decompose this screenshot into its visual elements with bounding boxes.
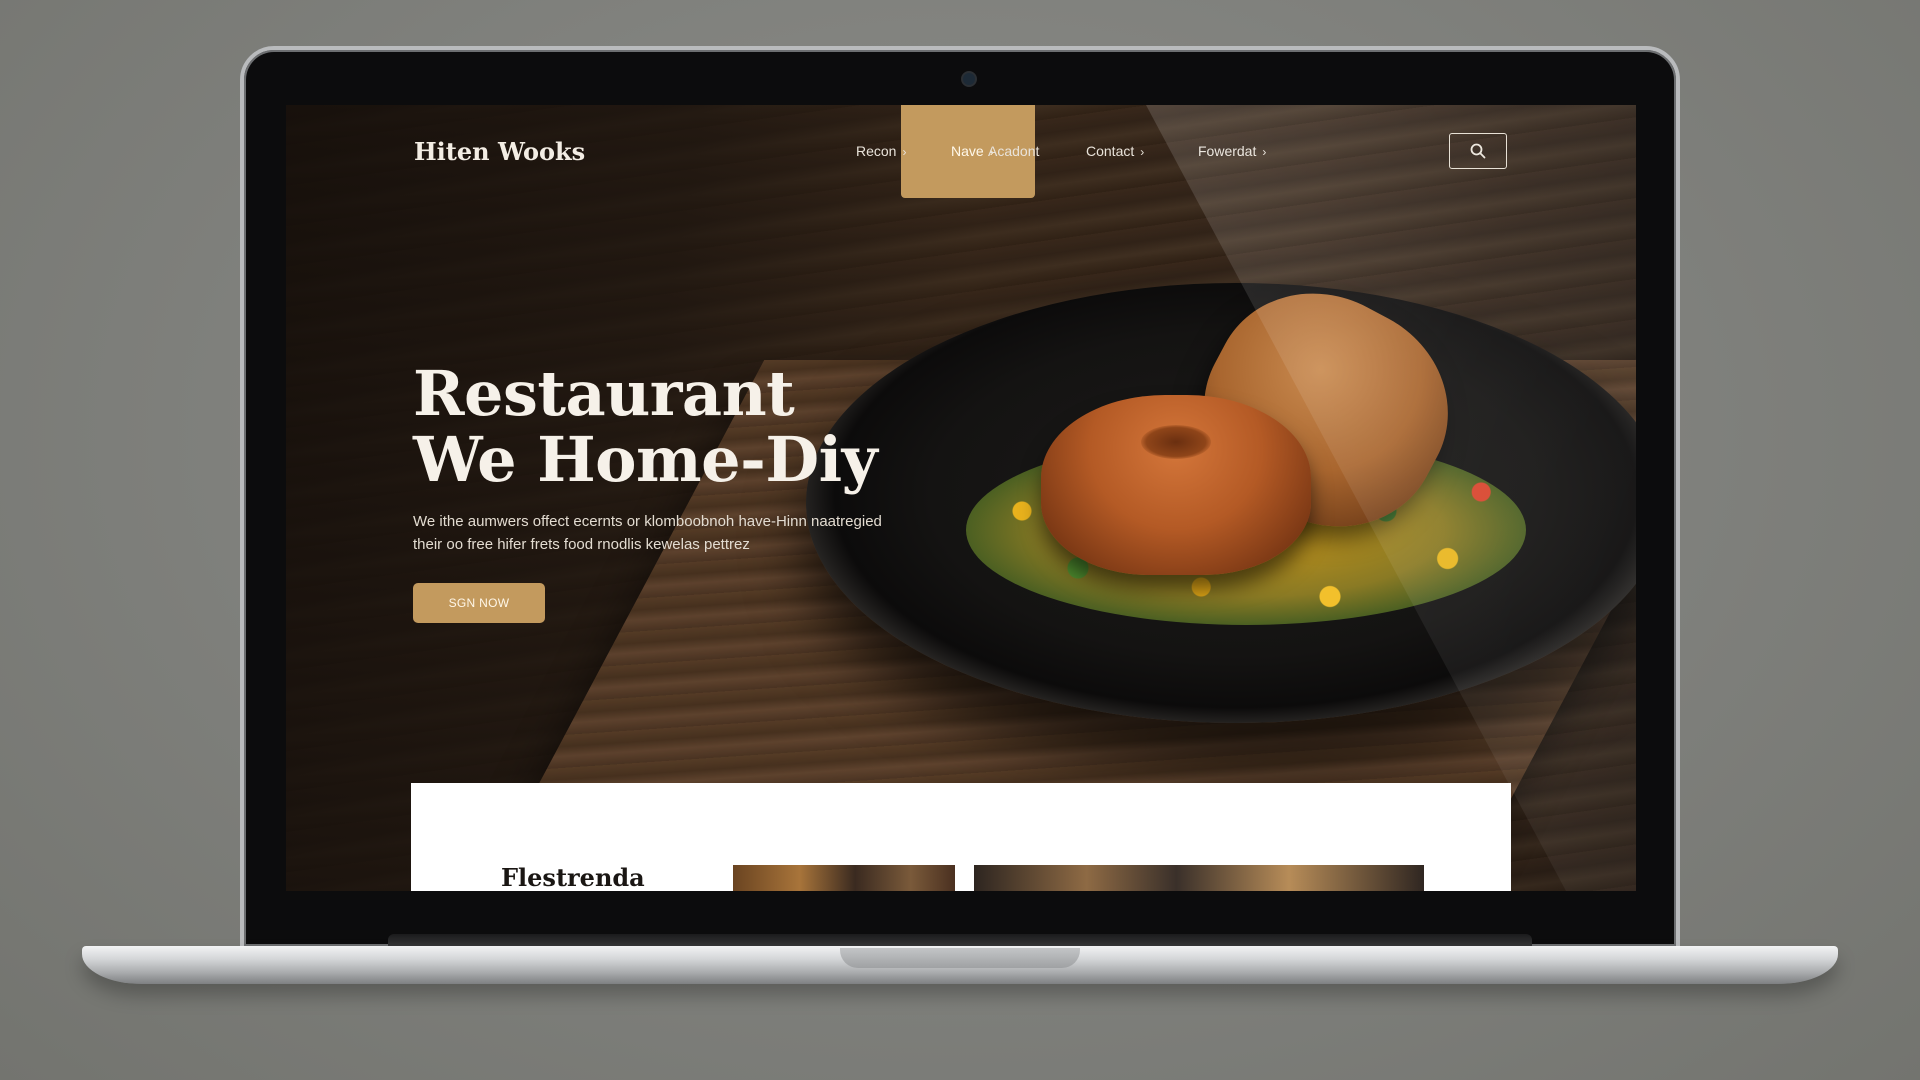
featured-title: Flestrenda: [501, 863, 645, 891]
site-logo[interactable]: Hiten Wooks: [414, 137, 585, 166]
hero-title-line2: We Home-Diy: [413, 423, 878, 496]
featured-section: Flestrenda: [411, 783, 1511, 891]
webcam: [961, 71, 977, 87]
nav-item-contact[interactable]: Contact ›: [1086, 143, 1144, 159]
browser-screen: Hiten Wooks Nave › Recon › Acadont Contact…: [286, 105, 1636, 891]
chevron-right-icon: ›: [902, 145, 907, 159]
search-icon: [1470, 143, 1486, 159]
nav-item-recon[interactable]: Recon ›: [856, 143, 906, 159]
hero-description: We ithe aumwers offect ecernts or klombo…: [413, 510, 973, 556]
laptop-notch: [840, 948, 1080, 968]
hero-title: Restaurant We Home-Diy: [413, 361, 1053, 493]
hero-desc-line2: their oo free hifer frets food rnodlis k…: [413, 536, 750, 553]
nav-item-fowerdat[interactable]: Fowerdat ›: [1198, 143, 1266, 159]
featured-thumbnail[interactable]: [974, 865, 1424, 891]
hero-desc-line1: We ithe aumwers offect ecernts or klombo…: [413, 513, 882, 530]
featured-thumbnail[interactable]: [733, 865, 955, 891]
search-button[interactable]: [1449, 133, 1507, 169]
nav-item-acadont[interactable]: Acadont: [988, 143, 1039, 159]
hero-title-line1: Restaurant: [413, 357, 795, 430]
sign-now-button[interactable]: SGN NOW: [413, 583, 545, 623]
chevron-right-icon: ›: [1140, 145, 1145, 159]
cake-image: [1041, 395, 1311, 575]
chevron-right-icon: ›: [1262, 145, 1267, 159]
